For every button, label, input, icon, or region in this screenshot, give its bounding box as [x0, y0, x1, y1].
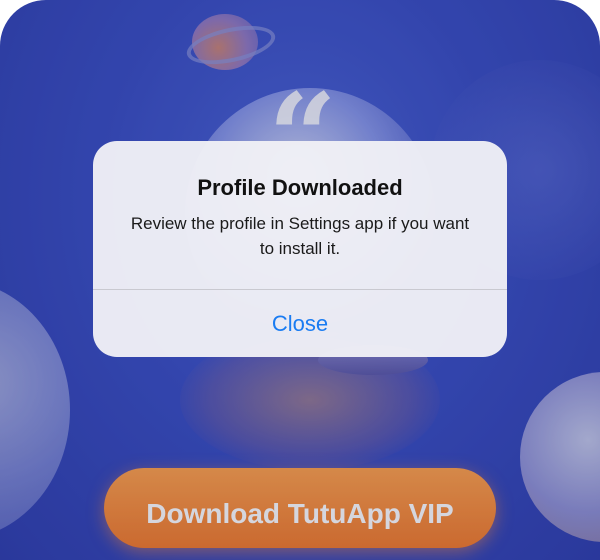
alert-title: Profile Downloaded	[197, 175, 403, 200]
alert-message: Review the profile in Settings app if yo…	[130, 214, 470, 258]
profile-downloaded-alert: Profile Downloaded Review the profile in…	[93, 141, 507, 357]
close-button[interactable]: Close	[93, 290, 507, 357]
